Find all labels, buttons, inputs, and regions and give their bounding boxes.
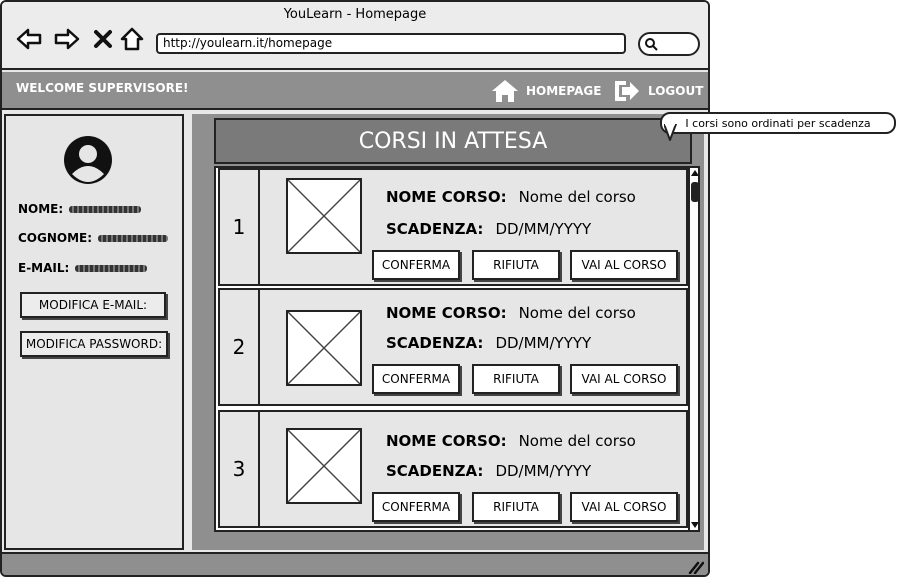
resize-grip-icon[interactable]: [688, 560, 704, 574]
welcome-text: WELCOME SUPERVISORE!: [16, 81, 189, 95]
home-icon: [120, 27, 144, 51]
scroll-up-icon[interactable]: [691, 169, 699, 177]
email-label: E-MAIL:: [18, 261, 70, 275]
home-nav-button[interactable]: [119, 26, 145, 52]
x-icon: [94, 30, 112, 48]
course-deadline-label: SCADENZA:: [386, 462, 484, 480]
course-name-row: NOME CORSO: Nome del corso: [386, 188, 636, 206]
logout-label: LOGOUT: [648, 84, 704, 98]
course-name-row: NOME CORSO: Nome del corso: [386, 432, 636, 450]
course-name-value: Nome del corso: [518, 432, 636, 450]
arrow-right-icon: [54, 28, 80, 50]
sort-tooltip: I corsi sono ordinati per scadenza: [660, 112, 896, 134]
nome-redacted-value: [69, 205, 142, 213]
user-profile-sidebar: NOME: COGNOME: E-MAIL: MODIFICA E-MAIL: …: [4, 114, 184, 550]
scroll-thumb[interactable]: [691, 182, 698, 202]
vai-al-corso-button[interactable]: VAI AL CORSO: [570, 364, 678, 394]
course-deadline-value: DD/MM/YYYY: [495, 334, 592, 352]
scroll-down-icon[interactable]: [691, 521, 699, 529]
course-name-value: Nome del corso: [518, 304, 636, 322]
list-item: 3 NOME CORSO: Nome del corso SCADENZA: D…: [218, 410, 688, 528]
vai-al-corso-button[interactable]: VAI AL CORSO: [570, 250, 678, 280]
conferma-button[interactable]: CONFERMA: [372, 250, 460, 280]
address-bar[interactable]: http://youlearn.it/homepage: [156, 33, 626, 54]
modifica-email-button[interactable]: MODIFICA E-MAIL:: [20, 292, 166, 318]
course-deadline-label: SCADENZA:: [386, 220, 484, 238]
nome-label: NOME:: [18, 202, 64, 216]
rifiuta-button[interactable]: RIFIUTA: [472, 250, 560, 280]
course-deadline-row: SCADENZA: DD/MM/YYYY: [386, 462, 591, 480]
rifiuta-button[interactable]: RIFIUTA: [472, 364, 560, 394]
stop-button[interactable]: [90, 26, 116, 52]
course-deadline-row: SCADENZA: DD/MM/YYYY: [386, 220, 591, 238]
conferma-button[interactable]: CONFERMA: [372, 364, 460, 394]
course-name-label: NOME CORSO:: [386, 432, 507, 450]
homepage-link[interactable]: HOMEPAGE: [490, 78, 601, 104]
image-placeholder-icon: [287, 311, 361, 385]
course-deadline-row: SCADENZA: DD/MM/YYYY: [386, 334, 591, 352]
course-number: 2: [220, 290, 260, 404]
logout-icon: [615, 81, 639, 101]
course-number: 3: [220, 412, 260, 526]
course-thumbnail: [286, 178, 362, 254]
logout-link[interactable]: LOGOUT: [612, 78, 703, 104]
nome-field: NOME:: [18, 202, 142, 216]
search-icon: [645, 38, 658, 51]
vai-al-corso-button[interactable]: VAI AL CORSO: [570, 492, 678, 522]
forward-button[interactable]: [54, 26, 80, 52]
home-icon: [492, 80, 518, 102]
tooltip-tail: [664, 124, 677, 141]
email-redacted-value: [75, 264, 148, 272]
top-navigation-bar: WELCOME SUPERVISORE! HOMEPAGE LOGOUT: [2, 72, 708, 110]
cognome-label: COGNOME:: [18, 231, 93, 245]
course-name-value: Nome del corso: [518, 188, 636, 206]
course-thumbnail: [286, 428, 362, 504]
status-bar: [2, 552, 708, 575]
browser-window: YouLearn - Homepage http://youlearn.it/h…: [0, 0, 710, 577]
window-title: YouLearn - Homepage: [283, 7, 427, 22]
course-deadline-value: DD/MM/YYYY: [495, 220, 592, 238]
search-box[interactable]: [638, 32, 700, 56]
course-name-label: NOME CORSO:: [386, 304, 507, 322]
cognome-redacted-value: [98, 234, 169, 242]
arrow-left-icon: [16, 28, 42, 50]
panel-title: CORSI IN ATTESA: [214, 118, 692, 164]
conferma-button[interactable]: CONFERMA: [372, 492, 460, 522]
course-list: 1 NOME CORSO: Nome del corso SCADENZA: D…: [214, 166, 700, 532]
homepage-label: HOMEPAGE: [526, 84, 602, 98]
rifiuta-button[interactable]: RIFIUTA: [472, 492, 560, 522]
course-name-label: NOME CORSO:: [386, 188, 507, 206]
modifica-password-button[interactable]: MODIFICA PASSWORD:: [20, 331, 168, 357]
image-placeholder-icon: [287, 429, 361, 503]
list-item: 2 NOME CORSO: Nome del corso SCADENZA: D…: [218, 288, 688, 406]
email-field: E-MAIL:: [18, 261, 148, 275]
browser-titlebar: YouLearn - Homepage http://youlearn.it/h…: [2, 2, 708, 70]
course-name-row: NOME CORSO: Nome del corso: [386, 304, 636, 322]
back-button[interactable]: [16, 26, 42, 52]
list-scrollbar[interactable]: [688, 168, 699, 530]
main-content: CORSI IN ATTESA 1 NOME CORSO: Nome del c…: [192, 114, 704, 550]
course-deadline-label: SCADENZA:: [386, 334, 484, 352]
image-placeholder-icon: [287, 179, 361, 253]
user-avatar-icon: [64, 136, 112, 184]
course-thumbnail: [286, 310, 362, 386]
cognome-field: COGNOME:: [18, 231, 169, 245]
list-item: 1 NOME CORSO: Nome del corso SCADENZA: D…: [218, 168, 688, 286]
course-deadline-value: DD/MM/YYYY: [495, 462, 592, 480]
course-number: 1: [220, 170, 260, 284]
